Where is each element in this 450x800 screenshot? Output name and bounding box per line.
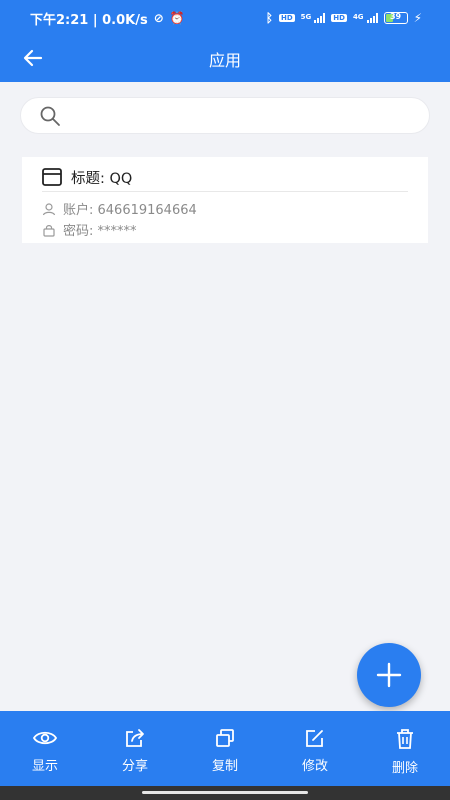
lock-icon [43, 224, 55, 237]
entry-password: 密码: ****** [63, 224, 137, 239]
search-bar[interactable] [20, 97, 430, 134]
share-label: 分享 [121, 759, 148, 774]
status-right: ᛒ HD 5G HD 4G 39 ⚡ [266, 11, 422, 25]
nav-bar: 应用 [0, 36, 450, 82]
network-4g-label: 4G [352, 13, 364, 21]
search-input[interactable] [71, 107, 429, 124]
copy-icon [216, 729, 234, 747]
charging-icon: ⚡ [413, 11, 422, 25]
delete-button[interactable]: 删除 [360, 711, 450, 786]
signal-icon [314, 13, 326, 23]
copy-label: 复制 [211, 759, 238, 774]
window-icon [42, 168, 62, 186]
account-row: 账户: 646619164664 [42, 199, 197, 218]
hd-badge: HD [278, 14, 295, 22]
delete-label: 删除 [391, 761, 418, 776]
network-5g-label: 5G [300, 13, 312, 21]
bluetooth-icon: ᛒ [265, 11, 273, 25]
add-button[interactable] [357, 643, 421, 707]
eye-icon [32, 731, 58, 745]
edit-icon [306, 730, 323, 747]
battery-level: 39 [389, 12, 402, 21]
share-button[interactable]: 分享 [90, 711, 180, 786]
share-icon [126, 729, 144, 747]
show-button[interactable]: 显示 [0, 711, 90, 786]
entry-card[interactable]: 标题: QQ 账户: 646619164664 密码: ****** [22, 157, 428, 243]
entry-account: 账户: 646619164664 [63, 203, 197, 218]
bottom-toolbar: 显示 分享 复制 修改 删除 [0, 711, 450, 786]
password-row: 密码: ****** [42, 220, 137, 239]
system-nav-bar [0, 786, 450, 800]
edit-button[interactable]: 修改 [270, 711, 360, 786]
page-title: 应用 [208, 51, 241, 70]
back-button[interactable] [20, 45, 46, 71]
hd-badge-2: HD [331, 14, 347, 22]
copy-button[interactable]: 复制 [180, 711, 270, 786]
status-left: 下午2:21 | 0.0K/s ⊘ ⏰ [30, 9, 185, 28]
status-bar: 下午2:21 | 0.0K/s ⊘ ⏰ ᛒ HD 5G HD 4G 39 ⚡ [0, 0, 450, 36]
edit-label: 修改 [301, 759, 328, 774]
trash-icon [397, 729, 413, 749]
signal-icon-2 [366, 13, 378, 23]
entry-card-header: 标题: QQ [42, 164, 408, 192]
mute-icon: ⊘ [153, 11, 164, 25]
battery-icon: 39 [383, 12, 408, 24]
app-header: 下午2:21 | 0.0K/s ⊘ ⏰ ᛒ HD 5G HD 4G 39 ⚡ 应… [0, 0, 450, 82]
user-icon [42, 202, 56, 215]
plus-icon [376, 662, 402, 688]
entry-title: 标题: QQ [71, 170, 133, 187]
show-label: 显示 [31, 759, 58, 774]
search-icon [40, 106, 60, 126]
status-time-speed: 下午2:21 | 0.0K/s [30, 12, 148, 28]
home-indicator[interactable] [142, 791, 308, 794]
alarm-icon: ⏰ [169, 11, 185, 25]
arrow-left-icon [23, 49, 43, 67]
